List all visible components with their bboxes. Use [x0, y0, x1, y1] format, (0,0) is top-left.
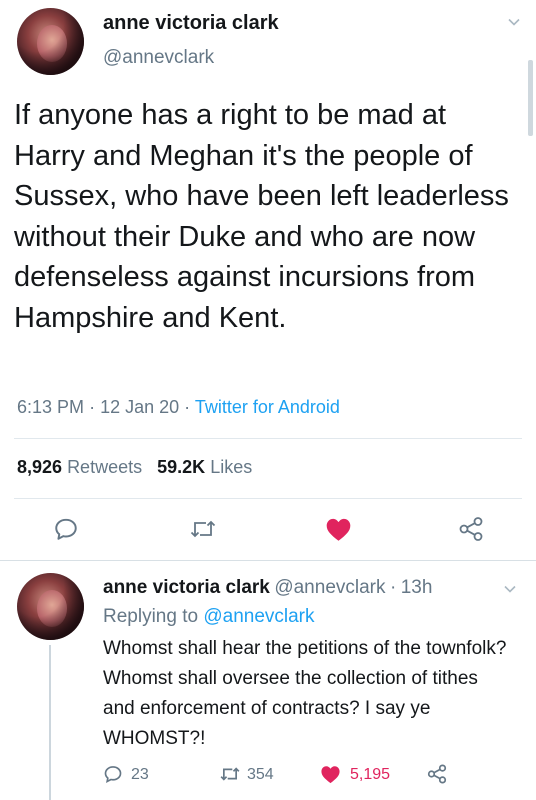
- reply-author-name[interactable]: anne victoria clark: [103, 577, 270, 598]
- header-separator: ·: [389, 577, 397, 598]
- tweet-source-link[interactable]: Twitter for Android: [195, 397, 340, 417]
- chevron-down-icon[interactable]: [506, 14, 524, 32]
- likes-stat[interactable]: 59.2K Likes: [157, 457, 252, 477]
- avatar-shading: [17, 8, 84, 75]
- author-name[interactable]: anne victoria clark: [103, 12, 279, 35]
- avatar-shading: [17, 573, 84, 640]
- share-icon[interactable]: [457, 515, 485, 543]
- tweet-date: 12 Jan 20: [100, 397, 180, 417]
- reply-header: anne victoria clark @annevclark · 13h: [103, 577, 432, 599]
- chevron-down-icon[interactable]: [502, 581, 520, 599]
- reply-age[interactable]: 13h: [401, 577, 433, 598]
- meta-separator: ·: [184, 397, 191, 417]
- likes-count: 59.2K: [157, 457, 206, 477]
- share-icon[interactable]: [426, 763, 448, 785]
- replying-to-link[interactable]: @annevclark: [203, 606, 314, 627]
- divider: [0, 560, 536, 561]
- tweet-stats: 8,926 Retweets 59.2K Likes: [17, 457, 252, 478]
- reply-icon[interactable]: [53, 516, 79, 542]
- like-icon[interactable]: [325, 517, 352, 542]
- retweet-icon[interactable]: [219, 764, 241, 784]
- reply-author-handle[interactable]: @annevclark: [274, 577, 385, 598]
- reply-author-avatar[interactable]: [17, 573, 84, 640]
- like-count: 5,195: [350, 766, 391, 783]
- reply-count: 23: [131, 766, 149, 783]
- retweets-stat[interactable]: 8,926 Retweets: [17, 457, 142, 477]
- like-icon[interactable]: [320, 765, 341, 784]
- retweets-label: Retweets: [67, 457, 143, 477]
- author-handle[interactable]: @annevclark: [103, 47, 214, 69]
- scrollbar-thumb[interactable]: [528, 60, 533, 136]
- tweet-time: 6:13 PM: [17, 397, 85, 417]
- reply-text: Whomst shall hear the petitions of the t…: [103, 638, 507, 749]
- thread-line: [49, 645, 51, 800]
- reply-icon[interactable]: [103, 764, 123, 784]
- retweet-icon[interactable]: [189, 516, 217, 542]
- tweet-meta: 6:13 PM · 12 Jan 20 · Twitter for Androi…: [17, 397, 340, 418]
- meta-separator: ·: [89, 397, 96, 417]
- replying-to: Replying to @annevclark: [103, 606, 315, 628]
- tweet-text: If anyone has a right to be mad at Harry…: [14, 99, 509, 334]
- author-avatar[interactable]: [17, 8, 84, 75]
- divider: [14, 498, 522, 499]
- replying-label: Replying to: [103, 606, 199, 627]
- likes-label: Likes: [210, 457, 253, 477]
- divider: [14, 438, 522, 439]
- retweets-count: 8,926: [17, 457, 63, 477]
- retweet-count: 354: [247, 766, 274, 783]
